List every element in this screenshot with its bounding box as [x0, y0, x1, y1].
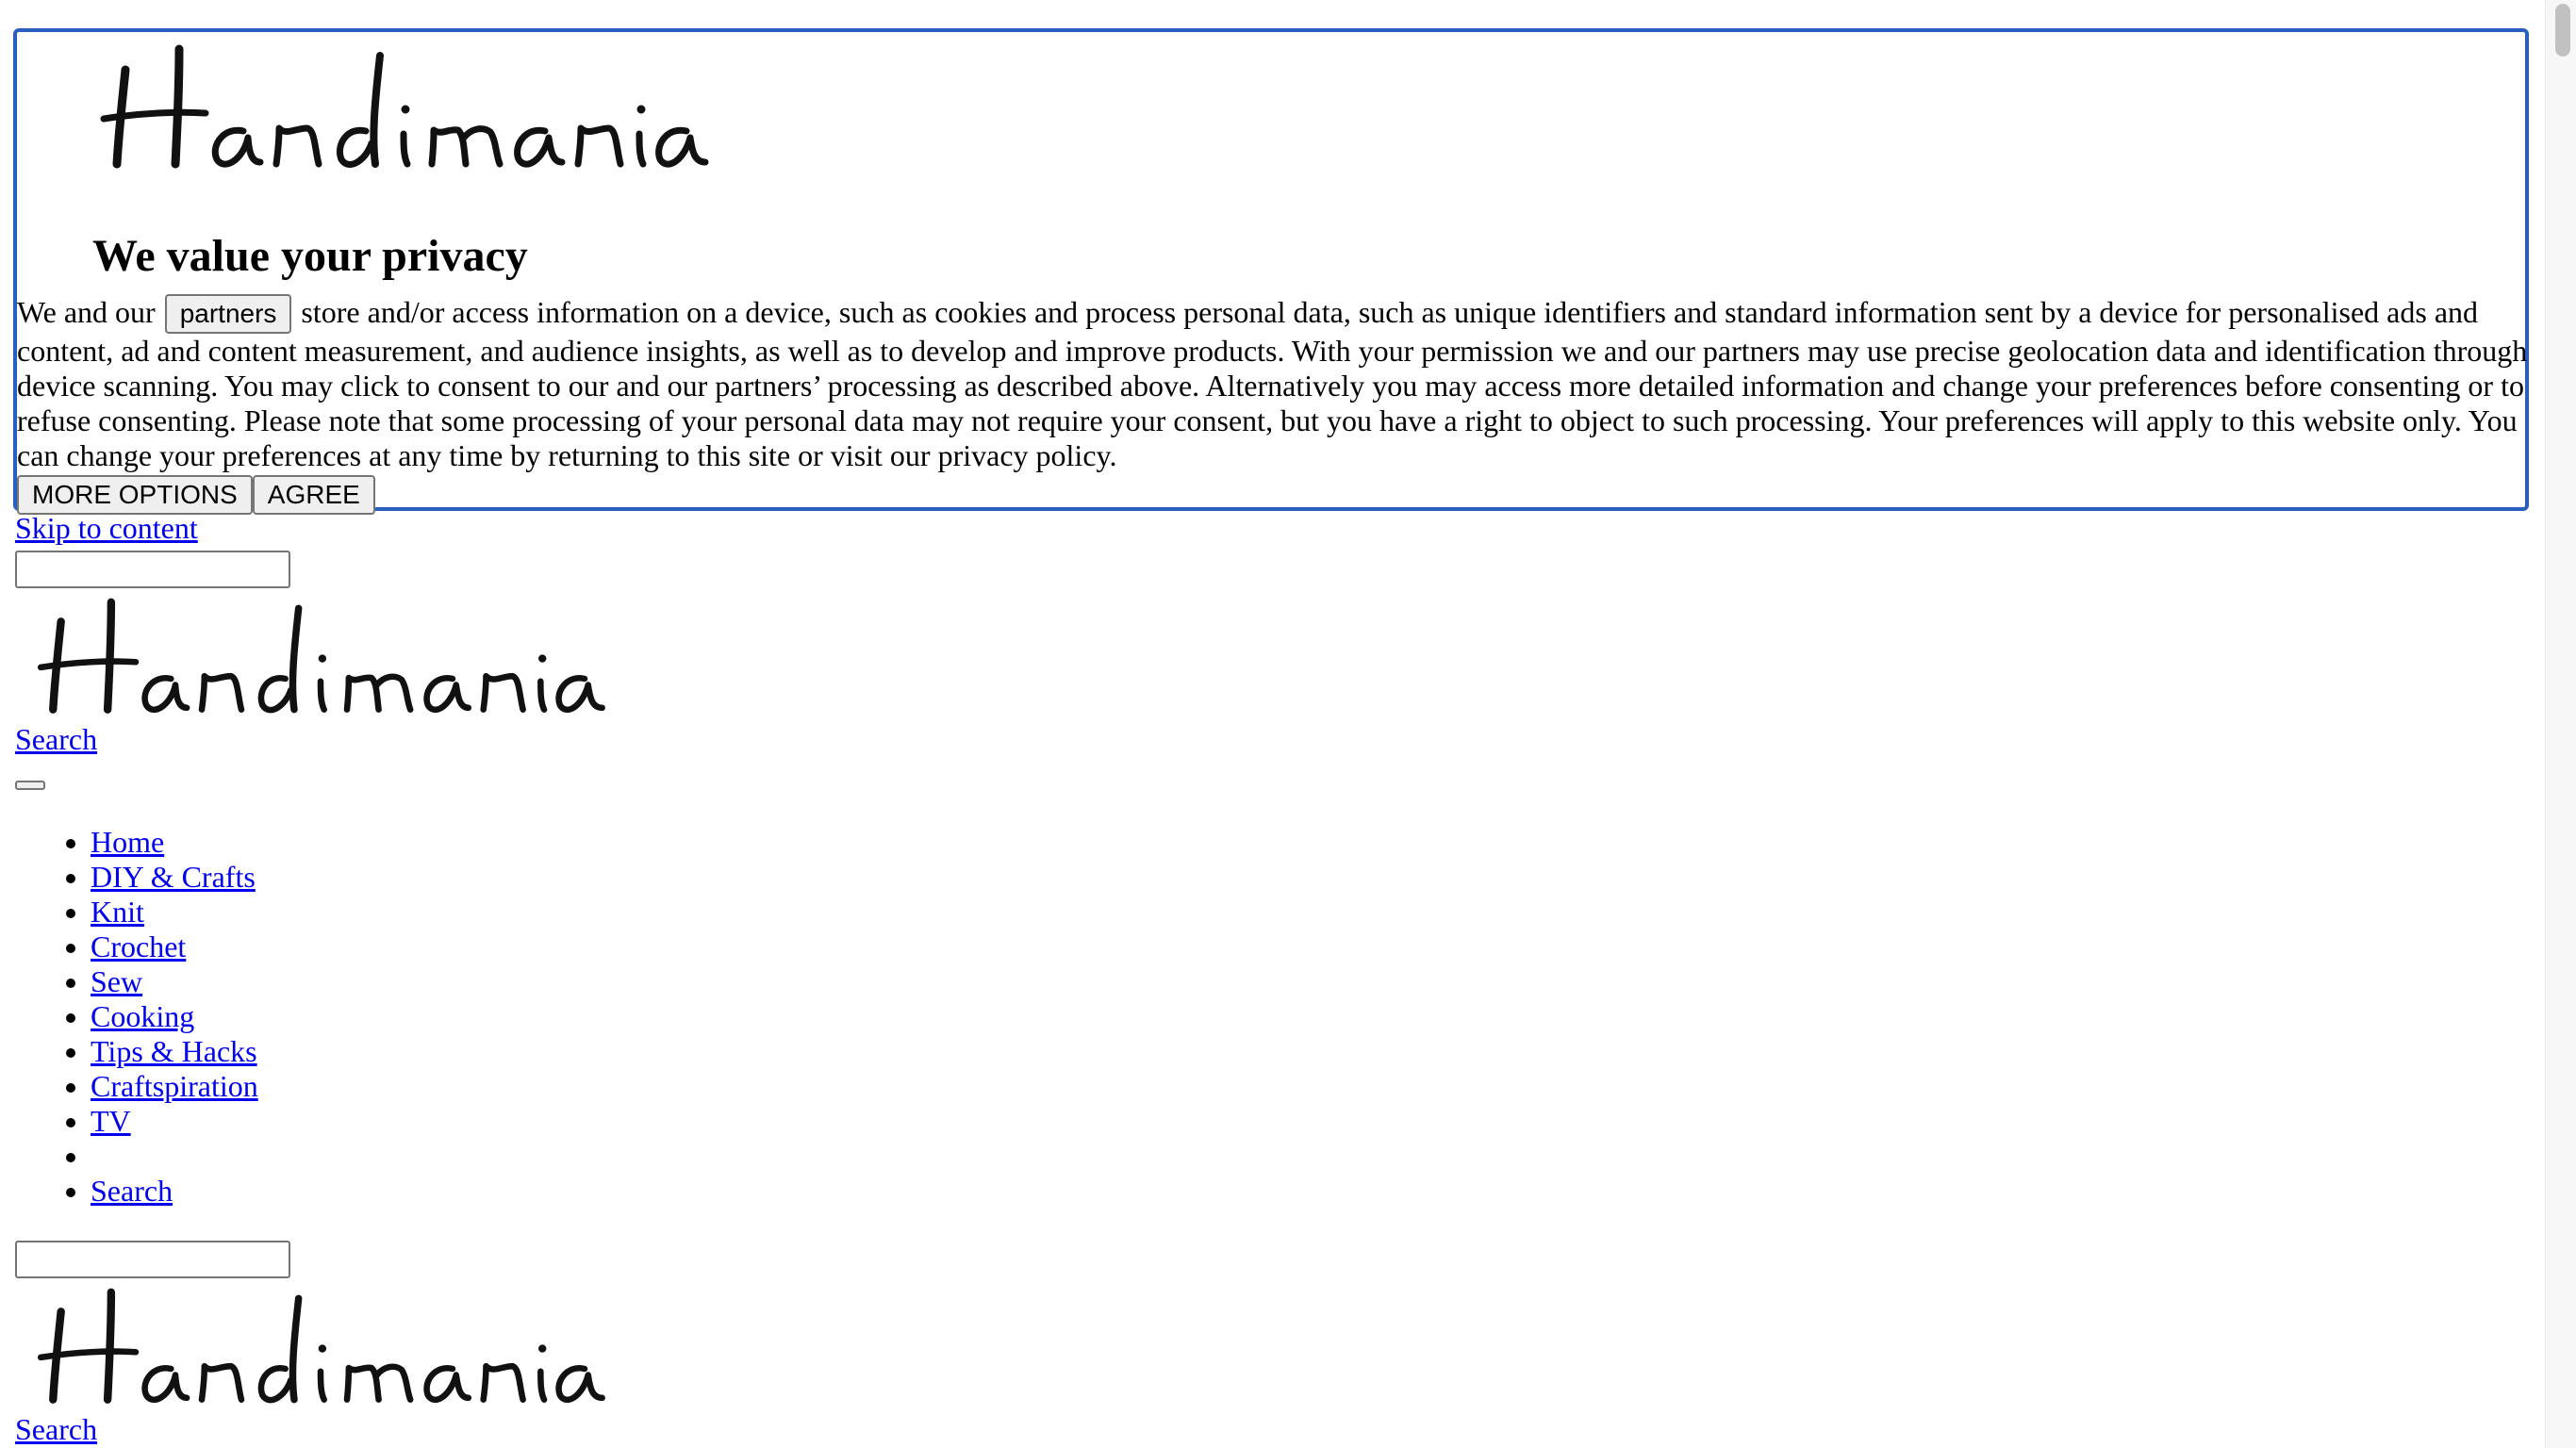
nav-link-tips-hacks[interactable]: Tips & Hacks: [91, 1034, 257, 1068]
nav-link-crochet[interactable]: Crochet: [91, 930, 186, 963]
nav-item-craftspiration: Craftspiration: [91, 1069, 258, 1104]
consent-title: We value your privacy: [92, 231, 528, 281]
consent-text-after: store and/or access information on a dev…: [17, 295, 2528, 472]
nav-item-home: Home: [91, 825, 258, 860]
nav-link-craftspiration[interactable]: Craftspiration: [91, 1069, 258, 1103]
search-input[interactable]: [15, 551, 290, 588]
more-options-button[interactable]: MORE OPTIONS: [17, 475, 253, 515]
nav-link-home[interactable]: Home: [91, 825, 164, 859]
handimania-logo[interactable]: [13, 586, 628, 718]
nav-item-knit: Knit: [91, 895, 258, 930]
agree-button[interactable]: AGREE: [252, 475, 375, 515]
scrollbar-thumb[interactable]: [2555, 4, 2570, 57]
partners-button[interactable]: partners: [164, 294, 292, 334]
nav-link-cooking[interactable]: Cooking: [91, 999, 194, 1033]
nav-link-sew[interactable]: Sew: [91, 964, 142, 998]
consent-dialog: We value your privacy We and our partner…: [13, 28, 2529, 515]
nav-item-crochet: Crochet: [91, 930, 258, 964]
consent-text: We and our partners store and/or access …: [17, 294, 2529, 473]
search-link-secondary[interactable]: Search: [15, 1412, 97, 1447]
nav-link-diy-crafts[interactable]: DIY & Crafts: [91, 860, 256, 894]
nav-item-cooking: Cooking: [91, 999, 258, 1034]
main-nav: Home DIY & Crafts Knit Crochet Sew Cooki…: [0, 825, 258, 1209]
nav-link-search[interactable]: Search: [91, 1174, 173, 1208]
nav-item-search: Search: [91, 1174, 258, 1209]
nav-item-empty: [91, 1139, 258, 1174]
menu-toggle-button[interactable]: [15, 781, 45, 790]
handimania-logo-secondary[interactable]: [13, 1276, 628, 1408]
page-scrollbar[interactable]: [2545, 0, 2576, 1448]
consent-actions: MORE OPTIONS AGREE: [17, 475, 375, 515]
skip-to-content-link[interactable]: Skip to content: [15, 511, 198, 546]
search-link[interactable]: Search: [15, 722, 97, 757]
nav-item-sew: Sew: [91, 964, 258, 999]
nav-link-tv[interactable]: TV: [91, 1104, 131, 1138]
handimania-logo: [92, 32, 715, 173]
nav-item-diy-crafts: DIY & Crafts: [91, 860, 258, 895]
nav-link-knit[interactable]: Knit: [91, 895, 144, 929]
consent-text-before: We and our: [17, 295, 156, 329]
nav-item-tv: TV: [91, 1104, 258, 1139]
nav-item-tips-hacks: Tips & Hacks: [91, 1034, 258, 1069]
search-input-secondary[interactable]: [15, 1241, 290, 1278]
